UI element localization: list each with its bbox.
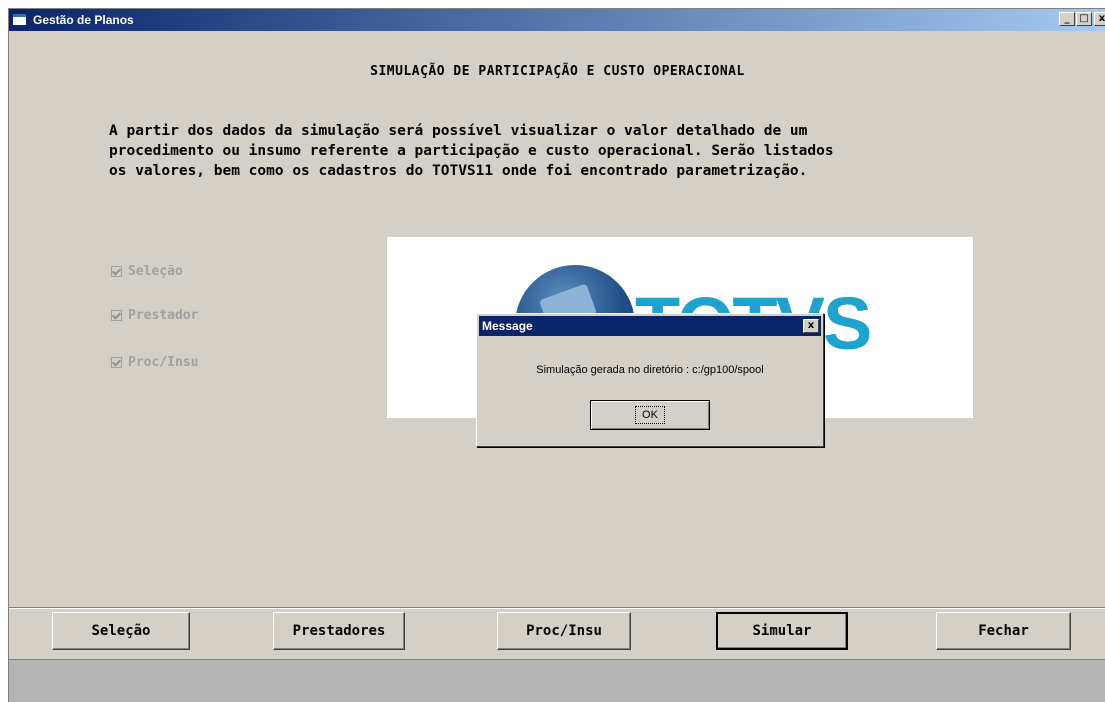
checkbox-label: Proc/Insu — [128, 355, 199, 370]
app-window: Gestão de Planos _ □ x SIMULAÇÃO DE PART… — [8, 8, 1105, 702]
dialog-title: Message — [482, 319, 533, 333]
checkbox-prestador[interactable]: Prestador — [111, 308, 198, 323]
title-bar[interactable]: Gestão de Planos _ □ x — [9, 9, 1105, 31]
checkbox-proc-insu[interactable]: Proc/Insu — [111, 355, 198, 370]
checkbox-label: Seleção — [128, 264, 183, 279]
status-bar — [9, 659, 1105, 702]
description-line: A partir dos dados da simulação será pos… — [109, 123, 808, 139]
description: A partir dos dados da simulação será pos… — [109, 121, 1039, 181]
selecao-button[interactable]: Seleção — [52, 612, 190, 650]
close-button[interactable]: x — [1094, 12, 1105, 26]
checkbox-check-icon — [111, 266, 122, 277]
fechar-button[interactable]: Fechar — [936, 612, 1071, 650]
maximize-button[interactable]: □ — [1076, 12, 1092, 26]
message-dialog: Message x Simulação gerada no diretório … — [476, 313, 824, 447]
simular-button[interactable]: Simular — [716, 612, 848, 650]
dialog-message: Simulação gerada no diretório : c:/gp100… — [536, 364, 764, 376]
ok-button-label: OK — [635, 406, 665, 424]
checkbox-label: Prestador — [128, 308, 199, 323]
page-heading: SIMULAÇÃO DE PARTICIPAÇÃO E CUSTO OPERAC… — [370, 64, 745, 79]
proc-insu-button[interactable]: Proc/Insu — [497, 612, 631, 650]
description-line: procedimento ou insumo referente a parti… — [109, 143, 834, 159]
prestadores-button[interactable]: Prestadores — [273, 612, 405, 650]
dialog-title-bar[interactable]: Message x — [479, 316, 821, 336]
ok-button[interactable]: OK — [590, 400, 710, 430]
checkbox-selecao[interactable]: Seleção — [111, 264, 183, 279]
dialog-close-button[interactable]: x — [803, 319, 819, 333]
description-line: os valores, bem como os cadastros do TOT… — [109, 163, 808, 179]
window-title: Gestão de Planos — [33, 13, 134, 27]
checkbox-check-icon — [111, 357, 122, 368]
window-icon — [12, 13, 27, 26]
divider — [9, 607, 1105, 609]
checkbox-check-icon — [111, 310, 122, 321]
minimize-button[interactable]: _ — [1059, 12, 1075, 26]
